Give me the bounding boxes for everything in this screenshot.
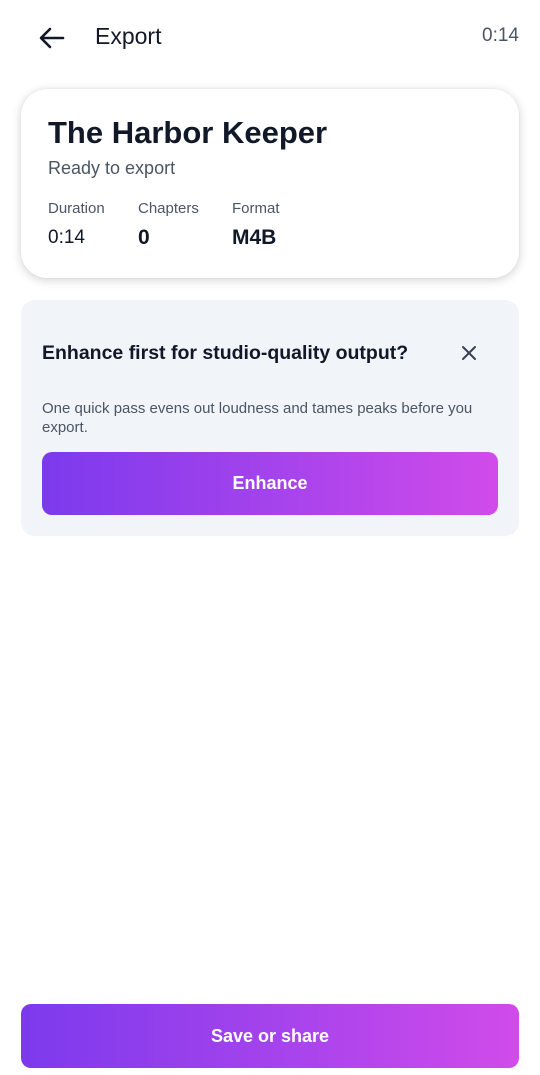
project-summary-card: The Harbor Keeper Ready to export Durati… [21, 89, 519, 278]
page-title: Export [95, 23, 162, 49]
enhance-description: One quick pass evens out loudness and ta… [42, 400, 473, 436]
project-title: The Harbor Keeper [48, 115, 328, 150]
stat-chapters: Chapters 0 [138, 200, 199, 250]
back-button[interactable] [30, 16, 74, 60]
stat-chapters-label: Chapters [138, 200, 199, 217]
project-status: Ready to export [48, 158, 176, 178]
dismiss-button[interactable] [453, 337, 485, 369]
app-header: Export 0:14 [0, 0, 540, 72]
stat-format-label: Format [232, 200, 280, 217]
save-or-share-button[interactable]: Save or share [21, 1004, 519, 1068]
duration-readout: 0:14 [482, 25, 519, 46]
export-screen: Export 0:14 The Harbor Keeper Ready to e… [0, 0, 540, 1075]
stat-duration-value: 0:14 [48, 227, 85, 248]
stat-duration: Duration 0:14 [48, 200, 105, 250]
stat-format-value: M4B [232, 226, 277, 249]
enhance-suggestion-card: Enhance first for studio-quality output?… [21, 300, 519, 536]
stat-format: Format M4B [232, 200, 280, 250]
arrow-left-icon [39, 27, 65, 49]
stat-chapters-value: 0 [138, 226, 150, 249]
close-icon [462, 346, 476, 360]
enhance-button[interactable]: Enhance [42, 452, 498, 515]
enhance-title: Enhance first for studio-quality output? [42, 342, 409, 364]
stat-duration-label: Duration [48, 200, 105, 217]
